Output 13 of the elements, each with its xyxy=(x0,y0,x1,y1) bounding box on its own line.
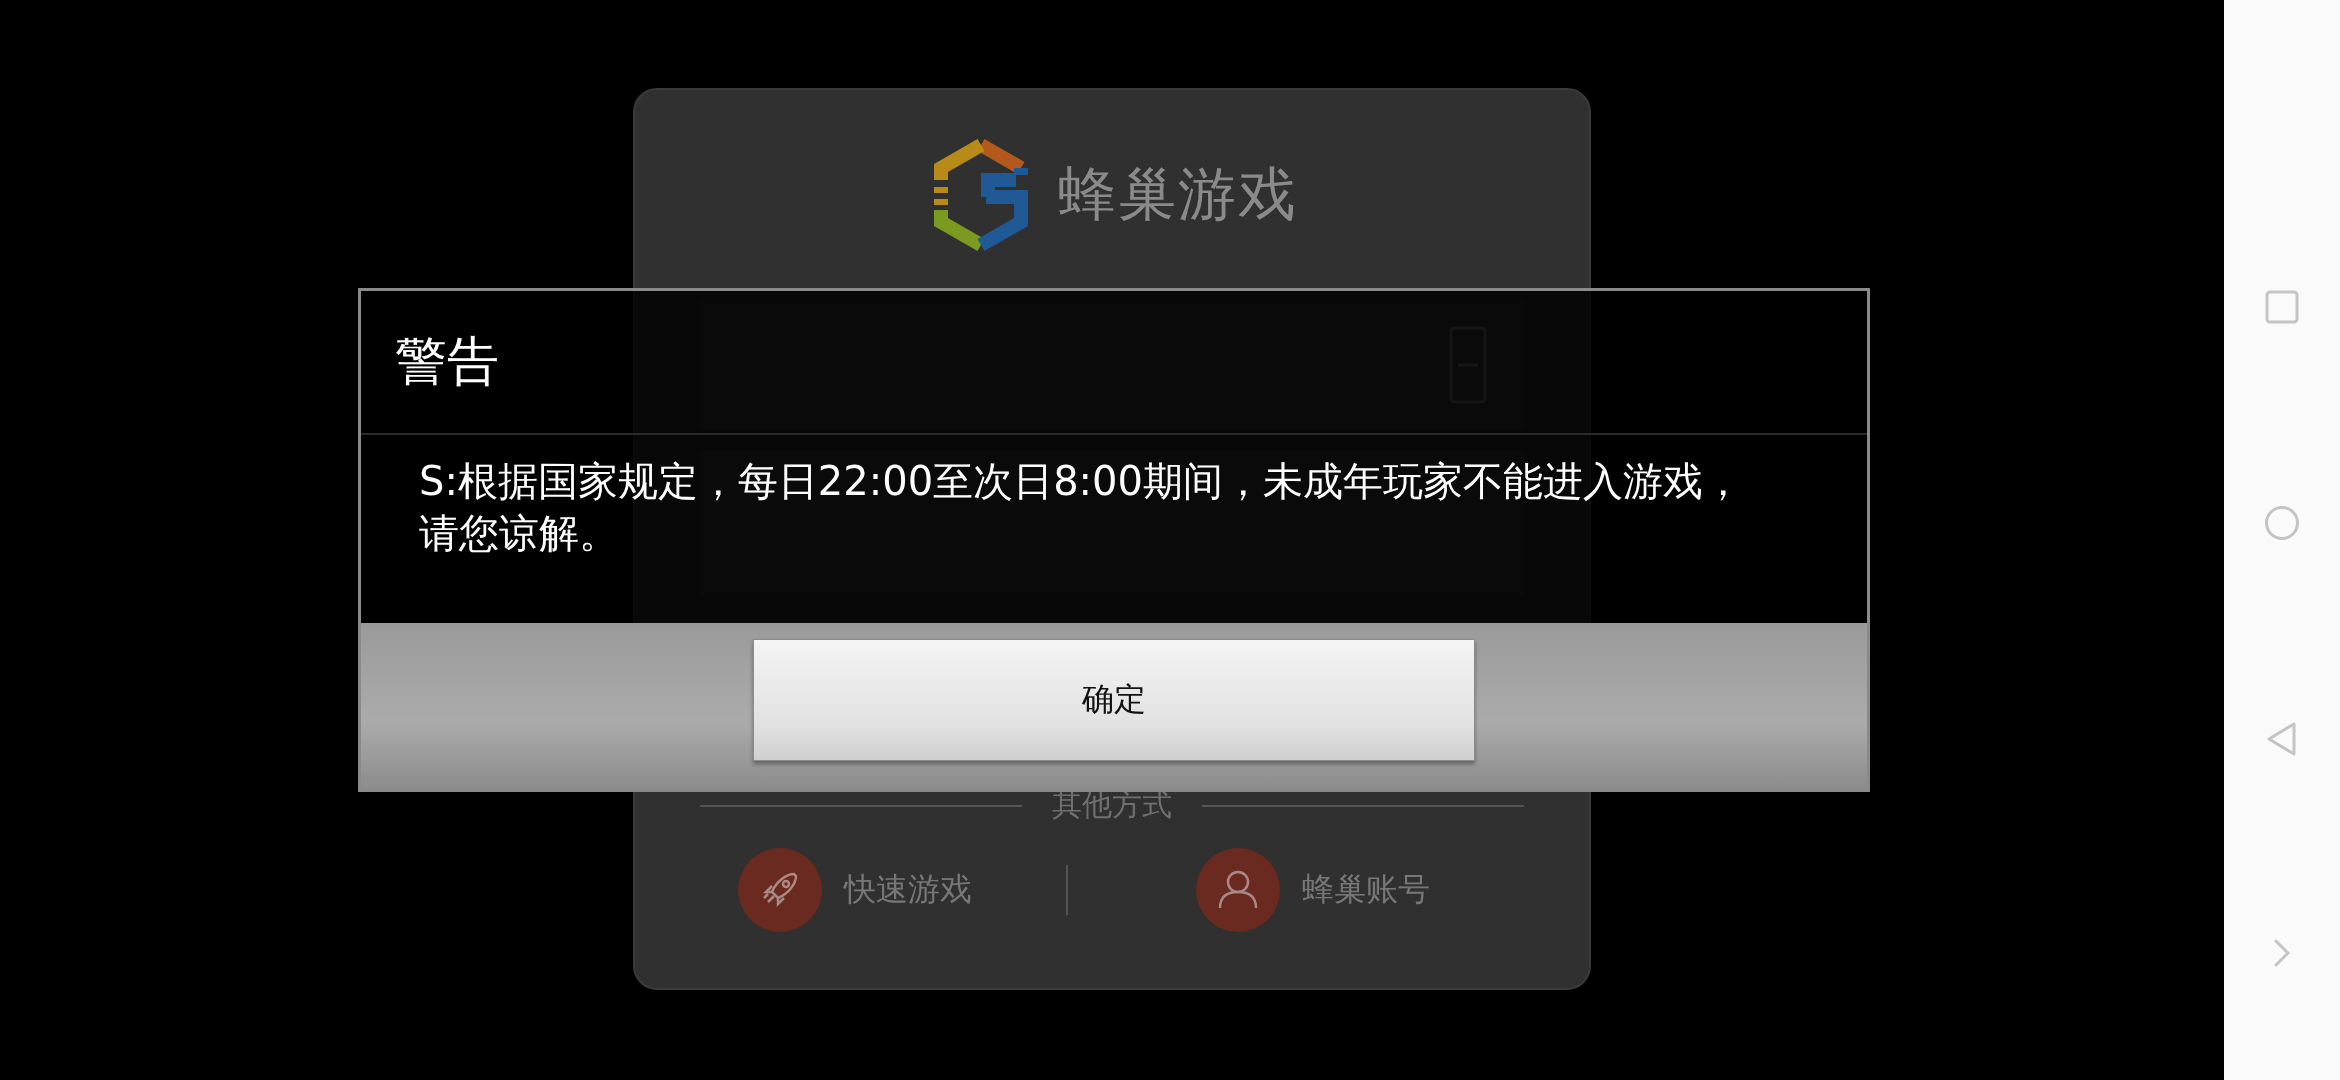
confirm-button[interactable]: 确定 xyxy=(753,639,1475,761)
logo-text: 蜂巢游戏 xyxy=(1058,159,1298,230)
rocket-icon xyxy=(738,848,822,932)
dialog-message: S:根据国家规定，每日22:00至次日8:00期间，未成年玩家不能进入游戏，请您谅解。 xyxy=(419,457,1744,558)
other-methods-label: 其他方式 xyxy=(1052,786,1172,824)
dialog-title: 警告 xyxy=(361,291,1867,435)
login-option[interactable]: 快速游戏 xyxy=(700,848,1066,932)
recents-icon[interactable] xyxy=(2265,290,2299,324)
home-icon[interactable] xyxy=(2264,504,2300,541)
user-icon xyxy=(1196,848,1280,932)
chevron-right-icon[interactable] xyxy=(2273,937,2291,968)
back-icon[interactable] xyxy=(2266,721,2298,758)
login-option[interactable]: 蜂巢账号 xyxy=(1068,848,1524,932)
